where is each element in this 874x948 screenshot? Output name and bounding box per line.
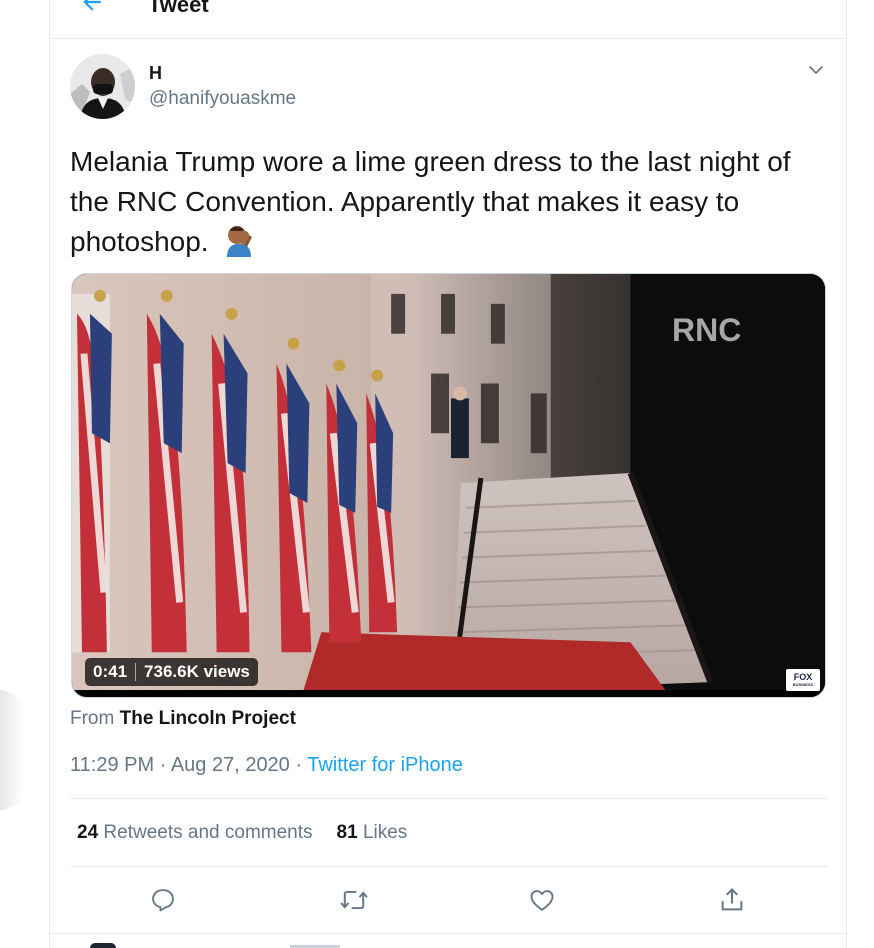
retweet-button[interactable] — [334, 880, 374, 920]
video-player[interactable]: RNC 0:41 736.6K views FOX BUSINESS — [71, 273, 826, 698]
avatar[interactable] — [70, 54, 135, 119]
meta-separator: · — [159, 754, 167, 776]
more-options-button[interactable] — [806, 60, 826, 80]
fox-business-logo: FOX BUSINESS — [786, 669, 820, 691]
author-handle[interactable]: @hanifyouaskme — [149, 88, 296, 110]
divider — [70, 866, 827, 867]
back-button[interactable] — [78, 0, 106, 16]
attribution-source-link[interactable]: The Lincoln Project — [120, 708, 296, 729]
like-button[interactable] — [522, 880, 562, 920]
video-attribution: From The Lincoln Project — [70, 708, 296, 730]
page-header: Tweet — [50, 0, 846, 39]
rnc-watermark: RNC — [672, 312, 742, 348]
pill-divider — [135, 663, 137, 681]
left-edge-shadow — [0, 690, 24, 810]
reply-icon — [152, 889, 174, 912]
retweet-icon — [340, 890, 368, 910]
reply-button[interactable] — [143, 880, 183, 920]
tweet-time[interactable]: 11:29 PM — [70, 754, 154, 776]
chevron-down-icon — [809, 66, 823, 74]
likes-label: Likes — [362, 822, 408, 843]
divider — [50, 933, 846, 934]
face-palm-emoji — [222, 223, 256, 257]
video-stats-pill: 0:41 736.6K views — [85, 658, 258, 686]
tweet-meta: 11:29 PM · Aug 27, 2020 · Twitter for iP… — [70, 753, 463, 777]
likes-count: 81 — [336, 822, 358, 843]
share-icon — [721, 888, 743, 911]
action-bar — [50, 880, 846, 920]
tweet-text: Melania Trump wore a lime green dress to… — [70, 142, 830, 262]
retweets-stat[interactable]: 24 Retweets and comments — [77, 822, 313, 843]
heart-icon — [530, 890, 554, 911]
share-button[interactable] — [712, 880, 752, 920]
attribution-prefix: From — [70, 708, 115, 729]
meta-separator: · — [295, 754, 303, 776]
tweet-date[interactable]: Aug 27, 2020 — [171, 754, 290, 776]
client-link[interactable]: Twitter for iPhone — [307, 754, 463, 776]
author-name[interactable]: H — [149, 62, 162, 84]
video-views: 736.6K views — [144, 662, 250, 681]
retweets-count: 24 — [77, 822, 99, 843]
next-reply-avatar — [90, 943, 116, 948]
retweets-label: Retweets and comments — [103, 822, 313, 843]
arrow-left-icon — [83, 0, 101, 11]
engagement-stats: 24 Retweets and comments 81 Likes — [77, 821, 407, 845]
fox-logo-subtext: BUSINESS — [792, 682, 814, 687]
page-title: Tweet — [148, 0, 209, 17]
tweet-column: Tweet H @hanifyouaskme Melania Trump wor… — [49, 0, 847, 948]
fox-logo-text: FOX — [793, 672, 813, 682]
video-duration: 0:41 — [93, 662, 128, 681]
likes-stat[interactable]: 81 Likes — [337, 822, 408, 843]
divider — [70, 798, 827, 799]
tweet-body: Melania Trump wore a lime green dress to… — [70, 146, 791, 257]
